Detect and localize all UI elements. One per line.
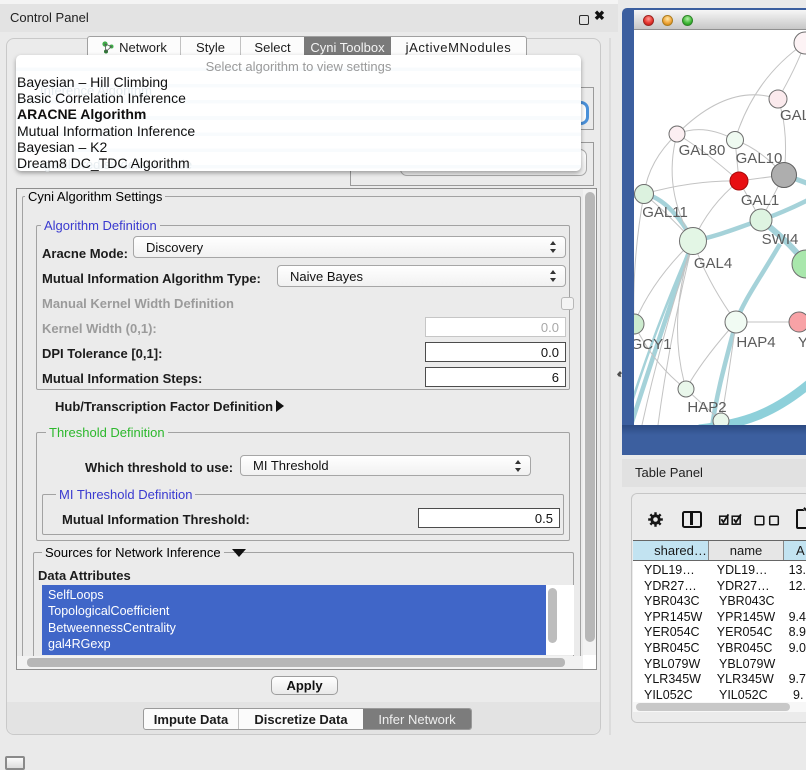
svg-text:GAL2: GAL2 [780,107,806,124]
svg-text:HAP4: HAP4 [736,334,775,351]
svg-text:GCY1: GCY1 [634,336,671,353]
svg-text:GAL4: GAL4 [694,255,732,272]
svg-text:GAL11: GAL11 [642,204,688,221]
svg-text:YJ: YJ [798,334,806,351]
svg-text:GAL1: GAL1 [741,192,779,209]
svg-text:GAL80: GAL80 [679,142,726,159]
svg-text:GAL10: GAL10 [736,150,783,167]
svg-text:SWI4: SWI4 [762,231,799,248]
svg-text:HAP2: HAP2 [687,399,726,416]
